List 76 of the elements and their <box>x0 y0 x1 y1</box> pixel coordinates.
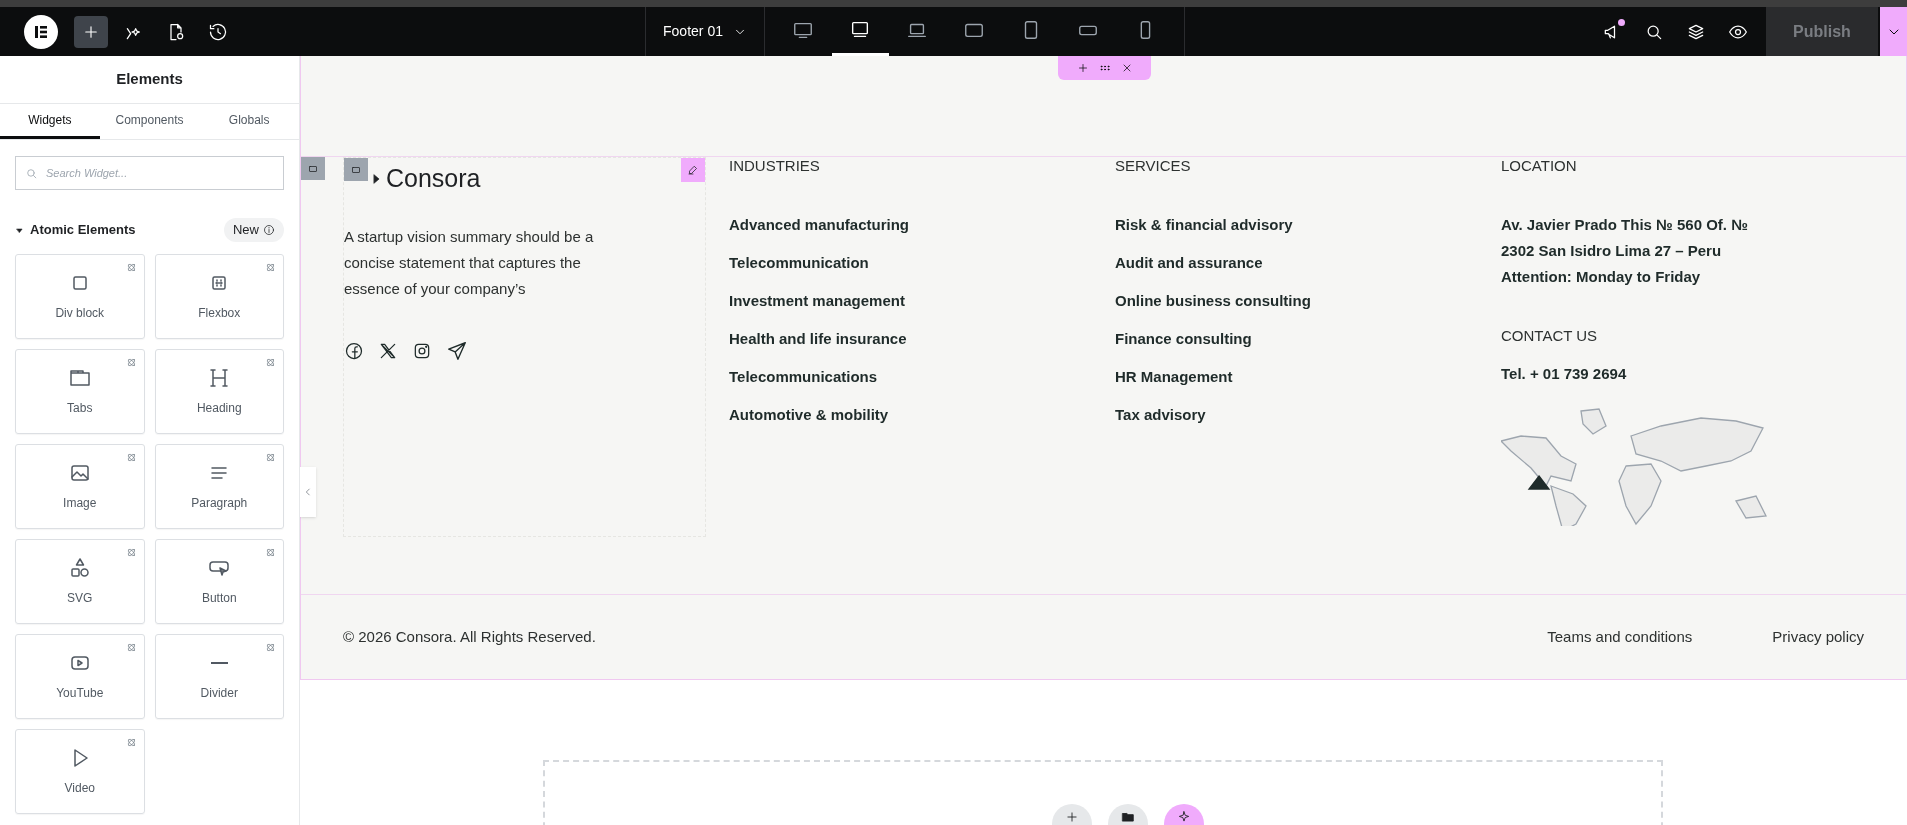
column-heading: LOCATION <box>1501 157 1578 175</box>
widget-card[interactable]: Tabs <box>15 349 145 434</box>
widget-card[interactable]: Image <box>15 444 145 529</box>
paper-plane-icon[interactable] <box>446 339 468 362</box>
footer-link[interactable]: Telecommunications <box>729 367 1115 387</box>
section-toggle[interactable]: Atomic Elements <box>15 220 136 240</box>
plus-icon[interactable] <box>1076 62 1089 74</box>
footer-link[interactable]: Health and life insurance <box>729 329 1115 349</box>
footer-link[interactable]: Finance consulting <box>1115 329 1501 349</box>
section-handle[interactable] <box>1058 56 1151 80</box>
footer-link[interactable]: Investment management <box>729 291 1115 311</box>
widget-card[interactable]: Heading <box>154 349 284 434</box>
chevron-right-icon <box>372 171 382 186</box>
logo-icon[interactable] <box>24 14 58 49</box>
panel-tab[interactable]: Components <box>99 104 200 139</box>
column-heading: SERVICES <box>1115 157 1192 175</box>
plus-icon <box>1065 810 1079 824</box>
widget-card[interactable]: Flexbox <box>154 254 284 339</box>
address-line: Av. Javier Prado This № 560 Of. № <box>1501 215 1749 235</box>
description-text: A startup vision summary should be a concise statement that captures the essence of your company’s <box>344 226 595 299</box>
info-icon <box>263 224 275 236</box>
atom-icon <box>125 547 137 558</box>
atom-icon <box>265 357 276 368</box>
document-selector[interactable]: Footer 01 <box>663 21 747 42</box>
column-heading: INDUSTRIES <box>729 157 821 175</box>
footer-link[interactable]: Audit and assurance <box>1115 253 1501 273</box>
sparkle-icon <box>1177 810 1191 824</box>
container-handle[interactable] <box>344 158 368 181</box>
panel-title: Elements <box>0 56 299 104</box>
widget-card[interactable]: Video <box>15 729 145 814</box>
widget-card[interactable]: SVG <box>15 539 145 624</box>
footer-link[interactable]: Tax advisory <box>1115 405 1501 425</box>
footer-link[interactable]: Online business consulting <box>1115 291 1501 311</box>
facebook-icon[interactable] <box>344 340 364 361</box>
atom-icon <box>265 262 276 273</box>
phone-number: Tel. + 01 739 2694 <box>1501 364 1628 384</box>
add-button[interactable] <box>74 15 108 48</box>
copyright-text: © 2026 Consora. All Rights Reserved. <box>343 626 596 647</box>
footer-link[interactable]: Automotive & mobility <box>729 405 1115 425</box>
widget-card[interactable]: Paragraph <box>154 444 284 529</box>
container-handle[interactable] <box>301 157 325 180</box>
atom-icon <box>125 452 137 463</box>
chevron-left-icon <box>303 487 313 497</box>
search-field[interactable]: Search Widget... <box>15 156 284 190</box>
atom-icon <box>265 642 276 653</box>
history-icon[interactable] <box>208 21 228 42</box>
footer-link[interactable]: Teams and conditions <box>1547 625 1693 649</box>
footer-link[interactable]: Risk & financial advisory <box>1115 215 1501 235</box>
atom-icon <box>125 642 137 653</box>
footer-link[interactable]: Privacy policy <box>1772 625 1864 649</box>
atom-icon <box>265 547 276 558</box>
widget-card[interactable]: Divider <box>154 634 284 719</box>
footer-link[interactable]: HR Management <box>1115 367 1501 387</box>
atom-icon <box>125 737 137 748</box>
atom-icon <box>125 262 137 273</box>
new-badge: New <box>224 218 284 242</box>
divider-icon <box>210 662 228 664</box>
footer-link[interactable]: Advanced manufacturing <box>729 215 1115 235</box>
widget-card[interactable]: Button <box>154 539 284 624</box>
address-line: Attention: Monday to Friday <box>1501 267 1702 287</box>
atom-icon <box>265 452 276 463</box>
search-icon <box>25 167 38 180</box>
brand-name: Consora <box>386 163 481 194</box>
grip-icon[interactable] <box>1098 62 1111 74</box>
panel-tab[interactable]: Widgets <box>0 104 100 139</box>
address-line: 2302 San Isidro Lima 27 – Peru <box>1501 241 1723 261</box>
footer-link[interactable]: Telecommunication <box>729 253 1115 273</box>
atom-icon <box>125 357 137 368</box>
edit-button[interactable] <box>681 158 705 182</box>
folder-icon <box>1121 810 1135 824</box>
widget-card[interactable]: YouTube <box>15 634 145 719</box>
column-heading: CONTACT US <box>1501 327 1599 345</box>
widget-card[interactable]: Div block <box>15 254 145 339</box>
caret-down-icon <box>15 225 24 235</box>
pencil-icon <box>687 164 699 176</box>
panel-tab[interactable]: Globals <box>199 104 299 139</box>
